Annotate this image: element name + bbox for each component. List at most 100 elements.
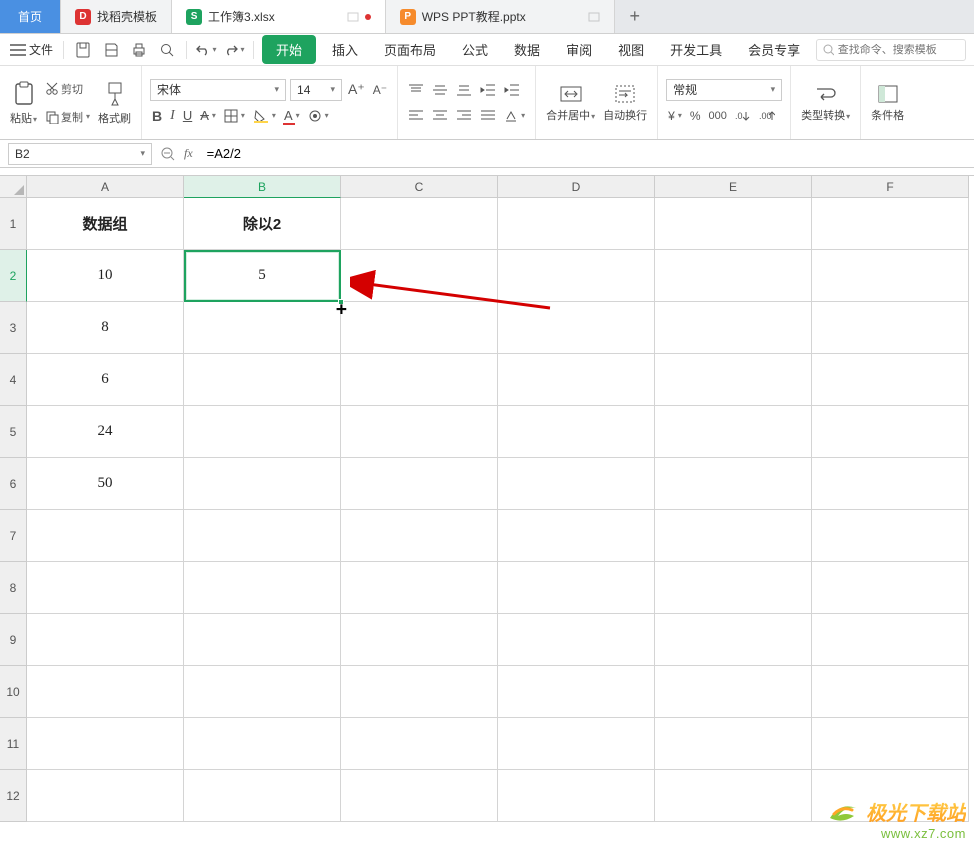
- row-head-11[interactable]: 11: [0, 718, 27, 770]
- number-format-select[interactable]: 常规▾: [666, 79, 782, 101]
- cell-D1[interactable]: [498, 198, 655, 250]
- cell-B11[interactable]: [184, 718, 341, 770]
- cell-E12[interactable]: [655, 770, 812, 822]
- menu-data[interactable]: 数据: [504, 35, 550, 64]
- cell-B9[interactable]: [184, 614, 341, 666]
- name-box[interactable]: B2 ▾: [8, 143, 152, 165]
- col-head-A[interactable]: A: [27, 176, 184, 198]
- font-family-select[interactable]: 宋体▾: [150, 79, 286, 101]
- cell-F5[interactable]: [812, 406, 969, 458]
- justify-button[interactable]: [478, 105, 498, 127]
- bold-button[interactable]: B: [150, 105, 164, 127]
- tab-ppt[interactable]: P WPS PPT教程.pptx: [386, 0, 615, 33]
- cell-C5[interactable]: [341, 406, 498, 458]
- cell-D5[interactable]: [498, 406, 655, 458]
- cell-D7[interactable]: [498, 510, 655, 562]
- cell-A9[interactable]: [27, 614, 184, 666]
- row-head-7[interactable]: 7: [0, 510, 27, 562]
- align-left-button[interactable]: [406, 105, 426, 127]
- cell-D4[interactable]: [498, 354, 655, 406]
- menu-review[interactable]: 审阅: [556, 35, 602, 64]
- command-search[interactable]: [816, 39, 966, 61]
- cell-F8[interactable]: [812, 562, 969, 614]
- cond-format-button[interactable]: 条件格: [869, 83, 906, 123]
- decrease-font-button[interactable]: A⁻: [371, 79, 389, 101]
- window-mode-icon[interactable]: [588, 11, 600, 23]
- cell-E11[interactable]: [655, 718, 812, 770]
- hamburger-menu[interactable]: 文件: [8, 41, 55, 58]
- cell-F4[interactable]: [812, 354, 969, 406]
- cell-C6[interactable]: [341, 458, 498, 510]
- cell-E2[interactable]: [655, 250, 812, 302]
- cell-B6[interactable]: [184, 458, 341, 510]
- cell-B5[interactable]: [184, 406, 341, 458]
- align-top-button[interactable]: [406, 79, 426, 101]
- cell-A12[interactable]: [27, 770, 184, 822]
- cell-A5[interactable]: 24: [27, 406, 184, 458]
- redo-button[interactable]: [223, 39, 245, 61]
- menu-start[interactable]: 开始: [262, 35, 316, 64]
- cell-C7[interactable]: [341, 510, 498, 562]
- cell-B8[interactable]: [184, 562, 341, 614]
- type-convert-button[interactable]: 类型转换: [799, 83, 852, 123]
- cell-C12[interactable]: [341, 770, 498, 822]
- cell-D6[interactable]: [498, 458, 655, 510]
- cell-C3[interactable]: [341, 302, 498, 354]
- paste-button[interactable]: 粘贴: [8, 80, 39, 126]
- cell-D12[interactable]: [498, 770, 655, 822]
- cell-F6[interactable]: [812, 458, 969, 510]
- align-bottom-button[interactable]: [454, 79, 474, 101]
- cell-E8[interactable]: [655, 562, 812, 614]
- cell-E10[interactable]: [655, 666, 812, 718]
- cell-A11[interactable]: [27, 718, 184, 770]
- cell-D8[interactable]: [498, 562, 655, 614]
- cell-D3[interactable]: [498, 302, 655, 354]
- increase-indent-button[interactable]: [502, 79, 522, 101]
- cell-B2[interactable]: 5: [184, 250, 341, 302]
- row-head-4[interactable]: 4: [0, 354, 27, 406]
- decrease-decimal-button[interactable]: .00: [757, 105, 777, 127]
- cell-C2[interactable]: [341, 250, 498, 302]
- cell-F1[interactable]: [812, 198, 969, 250]
- orientation-button[interactable]: [502, 105, 527, 127]
- cell-F10[interactable]: [812, 666, 969, 718]
- cell-D11[interactable]: [498, 718, 655, 770]
- command-search-input[interactable]: [838, 44, 959, 56]
- row-head-8[interactable]: 8: [0, 562, 27, 614]
- row-head-2[interactable]: 2: [0, 250, 27, 302]
- col-head-B[interactable]: B: [184, 176, 341, 198]
- save-button[interactable]: [72, 39, 94, 61]
- copy-button[interactable]: 复制: [43, 106, 92, 128]
- row-head-3[interactable]: 3: [0, 302, 27, 354]
- border-button[interactable]: [222, 105, 247, 127]
- menu-page-layout[interactable]: 页面布局: [374, 35, 446, 64]
- increase-font-button[interactable]: A⁺: [346, 79, 367, 101]
- row-head-10[interactable]: 10: [0, 666, 27, 718]
- cell-E7[interactable]: [655, 510, 812, 562]
- cell-B4[interactable]: [184, 354, 341, 406]
- tab-docer-templates[interactable]: D 找稻壳模板: [61, 0, 172, 33]
- cell-E5[interactable]: [655, 406, 812, 458]
- col-head-C[interactable]: C: [341, 176, 498, 198]
- cell-F7[interactable]: [812, 510, 969, 562]
- cell-A7[interactable]: [27, 510, 184, 562]
- menu-vip[interactable]: 会员专享: [738, 35, 810, 64]
- cell-A10[interactable]: [27, 666, 184, 718]
- cell-B12[interactable]: [184, 770, 341, 822]
- cell-C4[interactable]: [341, 354, 498, 406]
- fill-color-button[interactable]: [251, 105, 278, 127]
- menu-formula[interactable]: 公式: [452, 35, 498, 64]
- select-all-corner[interactable]: [0, 176, 27, 198]
- font-size-select[interactable]: 14▾: [290, 79, 342, 101]
- underline-button[interactable]: U: [181, 105, 194, 127]
- undo-button[interactable]: [195, 39, 217, 61]
- align-right-button[interactable]: [454, 105, 474, 127]
- cell-F9[interactable]: [812, 614, 969, 666]
- row-head-12[interactable]: 12: [0, 770, 27, 822]
- cell-E3[interactable]: [655, 302, 812, 354]
- cell-C8[interactable]: [341, 562, 498, 614]
- cell-C1[interactable]: [341, 198, 498, 250]
- tab-home[interactable]: 首页: [0, 0, 61, 33]
- cell-C11[interactable]: [341, 718, 498, 770]
- cell-A6[interactable]: 50: [27, 458, 184, 510]
